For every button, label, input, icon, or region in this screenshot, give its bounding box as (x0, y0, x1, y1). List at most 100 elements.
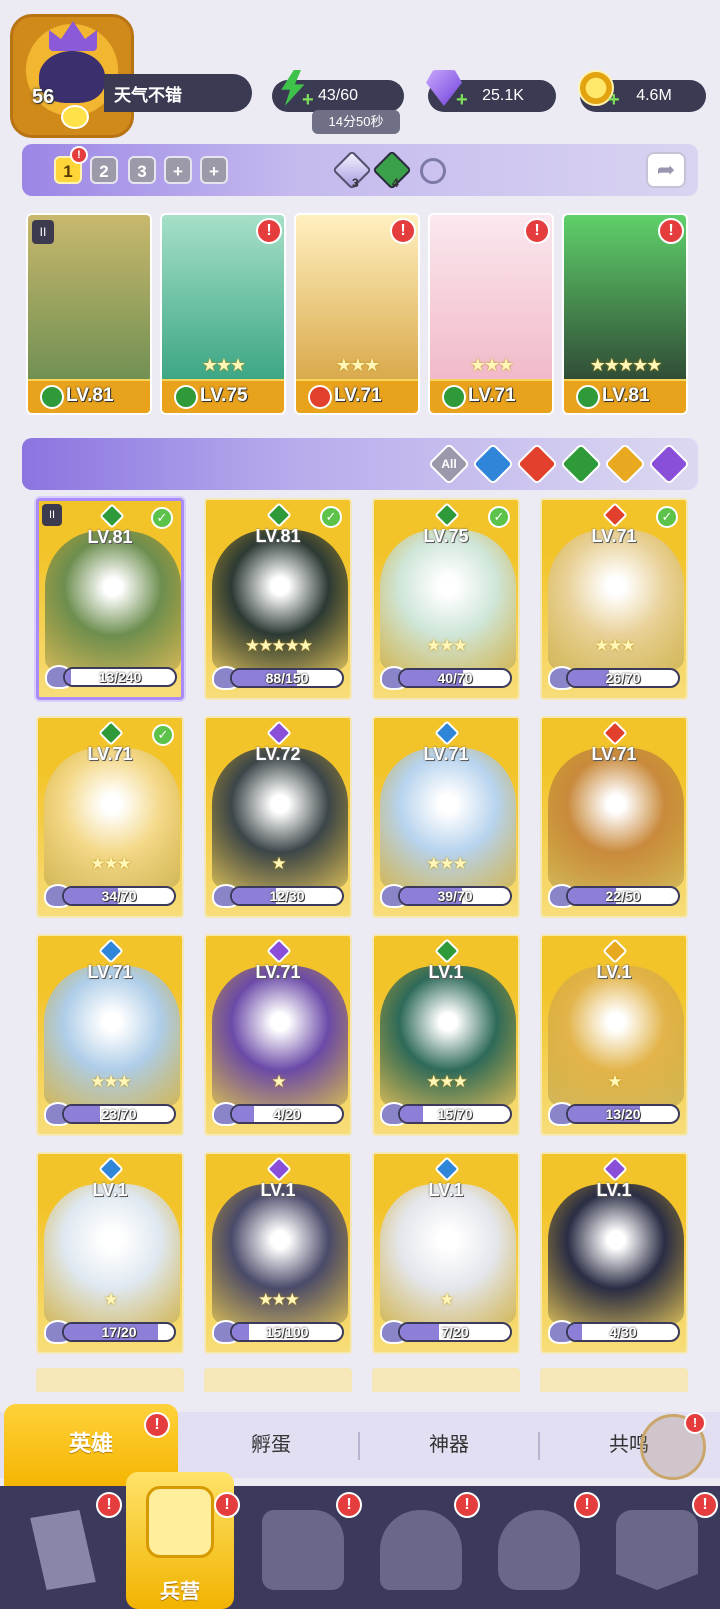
team-hero-level: LV.81 (66, 385, 114, 406)
add-gold-icon[interactable]: + (608, 90, 624, 110)
nav-castle-icon[interactable] (380, 1510, 462, 1590)
hero-card[interactable]: LV.1 ★★★ 15/70 (372, 934, 520, 1136)
element-icon (266, 502, 292, 528)
hero-stars: ★★★ (426, 854, 468, 873)
element-icon (266, 720, 292, 746)
share-button[interactable]: ➦ (646, 152, 686, 188)
add-gem-icon[interactable]: + (456, 90, 472, 110)
shard-progress-text: 39/70 (437, 888, 473, 904)
hero-level: LV.1 (428, 962, 464, 982)
player-name[interactable]: 天气不错 (104, 74, 252, 112)
hero-stars: ★★★ (426, 1072, 468, 1091)
hero-level: LV.1 (596, 1180, 632, 1200)
hero-card[interactable]: LV.1 4/30 (540, 1152, 688, 1354)
shard-progress-text: 7/20 (441, 1324, 469, 1340)
hero-card[interactable]: ✓ LV.81 13/240 (36, 498, 184, 700)
element-icon (602, 720, 628, 746)
hero-card[interactable]: LV.1 ★ 17/20 (36, 1152, 184, 1354)
hero-card[interactable]: LV.71 ★ 4/20 (204, 934, 352, 1136)
nav-barracks-alert-icon: ! (214, 1492, 240, 1518)
shard-progress-bar: 40/70 (398, 668, 512, 688)
hero-card[interactable]: ✓ LV.71 ★★★ 26/70 (540, 498, 688, 700)
in-team-check-icon: ✓ (488, 506, 510, 528)
barracks-icon (146, 1486, 214, 1558)
hero-card[interactable]: ✓ LV.81 ★★★★★ 88/150 (204, 498, 352, 700)
hero-level: LV.71 (87, 962, 133, 982)
element-icon (434, 720, 460, 746)
nav-mushroom-icon[interactable] (498, 1510, 580, 1590)
shard-progress-text: 4/20 (273, 1106, 301, 1122)
hero-level: LV.81 (87, 527, 133, 547)
nav-banner-alert-icon: ! (692, 1492, 718, 1518)
hero-card[interactable]: LV.71 ★★★ 39/70 (372, 716, 520, 918)
element-icon (434, 938, 460, 964)
hero-card[interactable]: LV.72 ★ 12/30 (204, 716, 352, 918)
hero-card[interactable]: LV.1 ★★★ 15/100 (204, 1152, 352, 1354)
hero-level: LV.72 (255, 744, 301, 764)
tab-heroes-alert-icon: ! (144, 1412, 170, 1438)
in-team-check-icon: ✓ (320, 506, 342, 528)
team-hero-alert-icon: ! (390, 218, 416, 244)
shard-progress-bar: 4/20 (230, 1104, 344, 1124)
in-team-check-icon: ✓ (656, 506, 678, 528)
shard-progress-text: 88/150 (265, 670, 309, 686)
team-slot-2[interactable]: 2 (90, 156, 118, 184)
team-slot-add-1[interactable]: + (164, 156, 192, 184)
nav-castle-alert-icon: ! (454, 1492, 480, 1518)
shard-progress-text: 23/70 (101, 1106, 137, 1122)
nav-book-icon[interactable] (262, 1510, 344, 1590)
shard-progress-text: 12/30 (269, 888, 305, 904)
hero-card-partial (204, 1368, 352, 1392)
hero-card[interactable]: ✓ LV.75 ★★★ 40/70 (372, 498, 520, 700)
shard-progress-text: 26/70 (605, 670, 641, 686)
element-icon (434, 502, 460, 528)
team-slot-1-alert-icon: ! (70, 146, 88, 164)
shard-progress-text: 13/240 (98, 669, 142, 685)
avatar-gem-icon (61, 105, 89, 129)
hero-level: LV.1 (596, 962, 632, 982)
element-icon (308, 385, 332, 409)
team-slot-3[interactable]: 3 (128, 156, 156, 184)
element-icon (98, 720, 124, 746)
shard-progress-text: 13/20 (605, 1106, 641, 1122)
element-icon (98, 938, 124, 964)
hero-stars: ★ (103, 1290, 118, 1309)
nav-book-alert-icon: ! (336, 1492, 362, 1518)
hero-card-partial (36, 1368, 184, 1392)
nav-cards-alert-icon: ! (96, 1492, 122, 1518)
team-hero-level: LV.71 (334, 385, 382, 406)
add-energy-icon[interactable]: + (302, 90, 318, 110)
hero-stars: ★★★★★ (244, 636, 313, 655)
element-icon (602, 502, 628, 528)
hero-card-partial (540, 1368, 688, 1392)
element-icon (174, 385, 198, 409)
hero-card[interactable]: LV.71 22/50 (540, 716, 688, 918)
shard-progress-bar: 26/70 (566, 668, 680, 688)
tab-hatch[interactable]: 孵蛋 (182, 1412, 360, 1478)
shard-progress-bar: 34/70 (62, 886, 176, 906)
hero-card[interactable]: LV.71 ★★★ 23/70 (36, 934, 184, 1136)
element-icon (40, 385, 64, 409)
element-icon (98, 1156, 124, 1182)
hero-level: LV.1 (428, 1180, 464, 1200)
shard-progress-bar: 4/30 (566, 1322, 680, 1342)
magnifier-icon[interactable] (420, 158, 446, 184)
element-icon (576, 385, 600, 409)
hero-level: LV.71 (87, 744, 133, 764)
team-hero-alert-icon: ! (658, 218, 684, 244)
nav-banner-icon[interactable] (616, 1510, 698, 1590)
hero-card[interactable]: LV.1 ★ 13/20 (540, 934, 688, 1136)
element-icon (99, 503, 125, 529)
tab-artifacts[interactable]: 神器 (360, 1412, 538, 1478)
filter-all-label: All (441, 457, 457, 471)
team-slot-add-2[interactable]: + (200, 156, 228, 184)
hero-card[interactable]: LV.1 ★ 7/20 (372, 1152, 520, 1354)
in-team-check-icon: ✓ (152, 724, 174, 746)
crown-icon (49, 21, 97, 51)
energy-value: 43/60 (317, 87, 359, 104)
green-item-count: 4 (392, 176, 399, 190)
player-level: 56 (32, 86, 55, 108)
hero-card[interactable]: ✓ LV.71 ★★★ 34/70 (36, 716, 184, 918)
shard-progress-bar: 88/150 (230, 668, 344, 688)
team-hero-stars: ★★★ (335, 355, 380, 375)
